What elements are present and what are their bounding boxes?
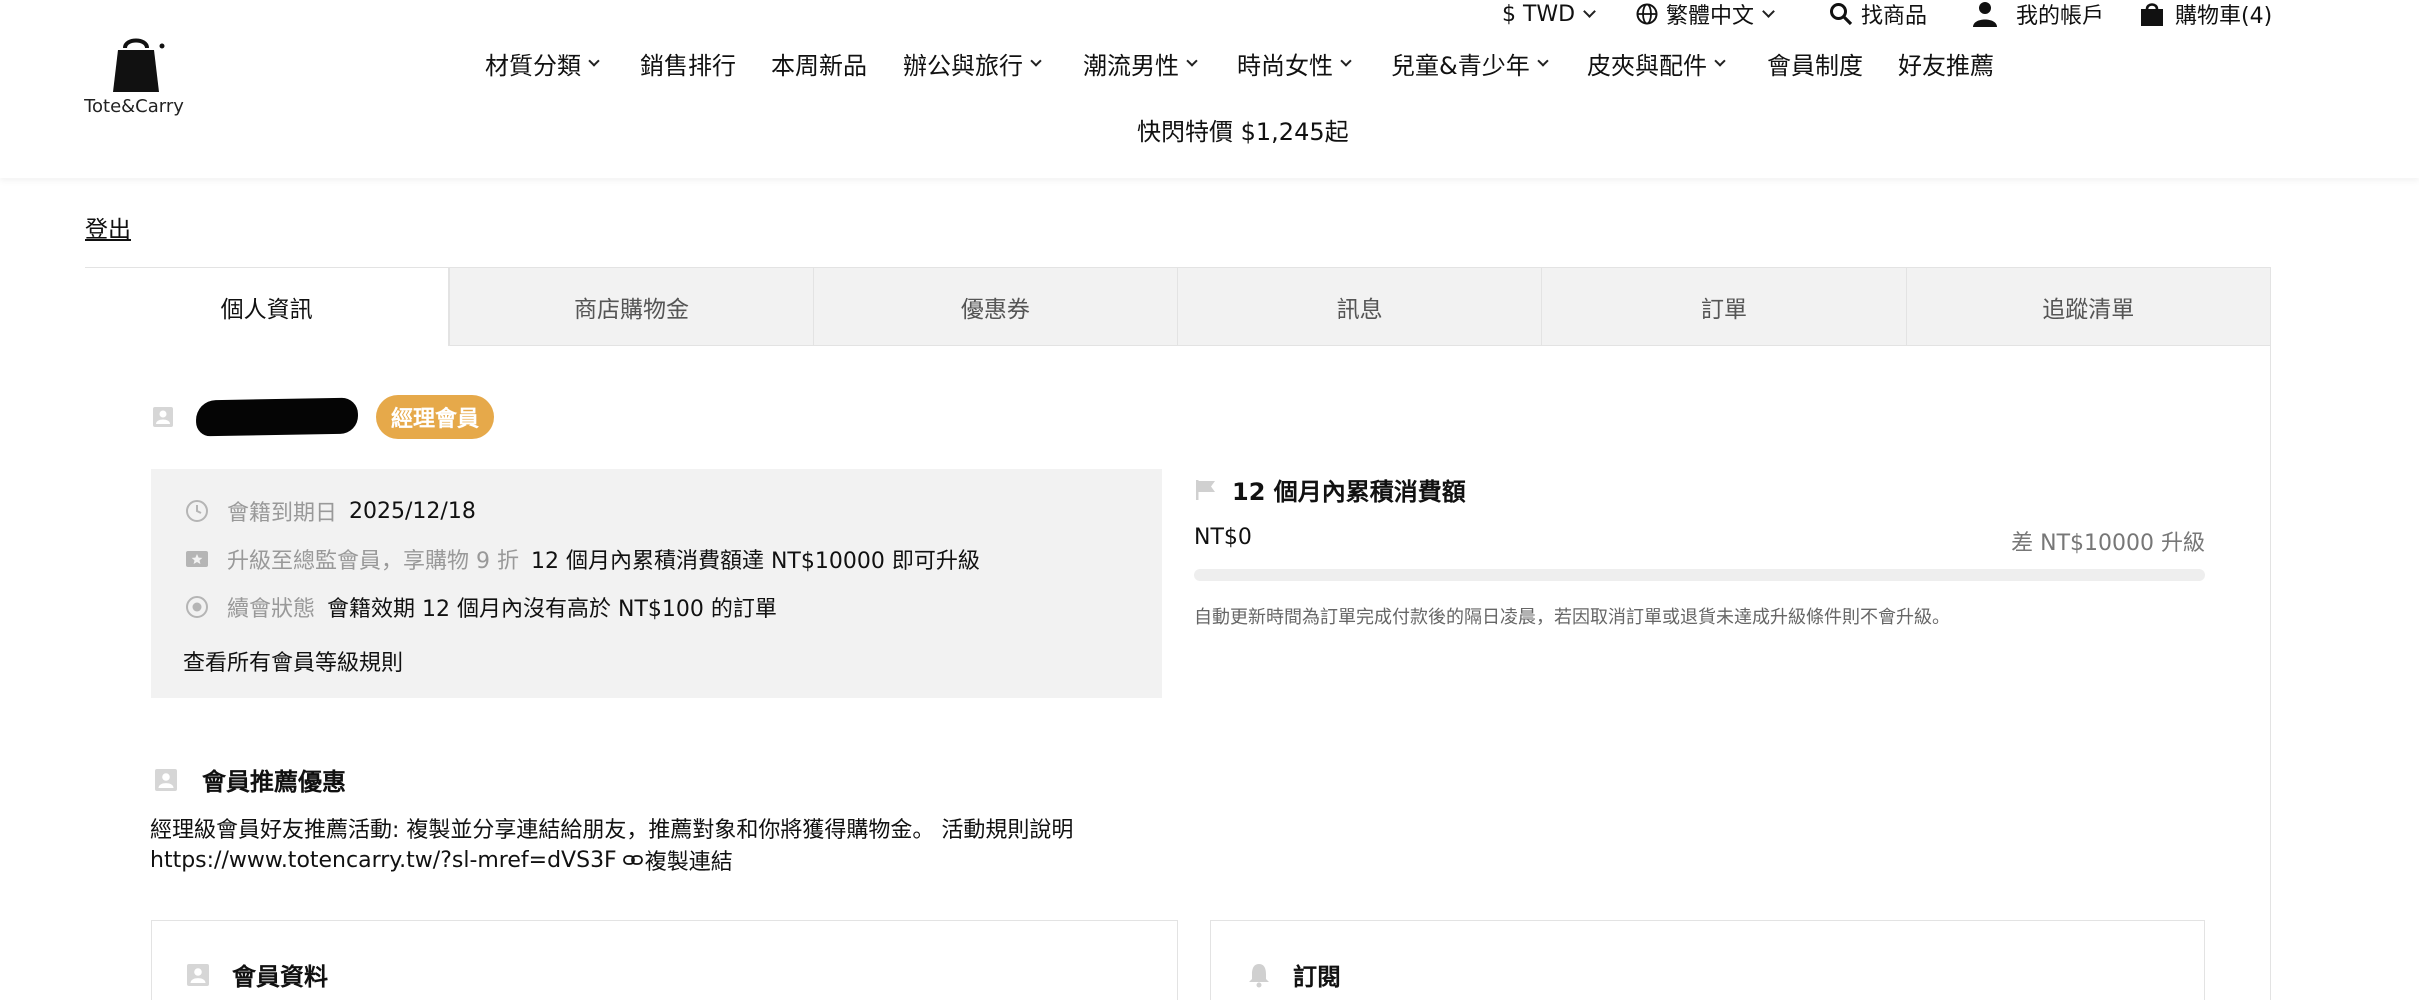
language-label: 繁體中文 bbox=[1666, 4, 1755, 29]
nav-label: 兒童&青少年 bbox=[1391, 52, 1530, 80]
nav-item-men[interactable]: 潮流男性 bbox=[1083, 46, 1198, 81]
nav-label: 銷售排行 bbox=[640, 52, 736, 80]
nav-label: 本周新品 bbox=[771, 52, 867, 80]
bell-icon bbox=[1249, 963, 1269, 987]
member-tier-badge: 經理會員 bbox=[376, 395, 495, 439]
spending-amount: NT$0 bbox=[1194, 525, 1252, 550]
search-button[interactable]: 找商品 bbox=[1829, 0, 1928, 29]
nav-item-kids[interactable]: 兒童&青少年 bbox=[1391, 46, 1549, 81]
chevron-down-icon bbox=[1186, 54, 1198, 67]
copy-link-button[interactable]: 複製連結 bbox=[622, 844, 733, 876]
shopping-bag-icon bbox=[2141, 3, 2163, 26]
membership-info-box: 會籍到期日 2025/12/18 升級至總監會員，享購物 9 折 12 個月內累… bbox=[151, 469, 1162, 698]
member-header: 經理會員 bbox=[152, 395, 495, 439]
brand-name: Tote&Carry bbox=[84, 96, 184, 117]
subscription-title-row: 訂閱 bbox=[1247, 957, 1341, 992]
expiry-value: 2025/12/18 bbox=[349, 498, 476, 524]
currency-selector[interactable]: $ TWD bbox=[1502, 0, 1596, 28]
nav-item-bestsellers[interactable]: 銷售排行 bbox=[640, 46, 736, 81]
tab-orders[interactable]: 訂單 bbox=[1542, 267, 1907, 346]
tab-profile[interactable]: 個人資訊 bbox=[85, 267, 450, 346]
language-selector[interactable]: 繁體中文 bbox=[1636, 0, 1775, 29]
user-icon bbox=[1973, 2, 1997, 27]
chevron-down-icon bbox=[1030, 54, 1042, 67]
account-tabs: 個人資訊 商店購物金 優惠券 訊息 訂單 追蹤清單 bbox=[85, 267, 2271, 346]
upgrade-label: 升級至總監會員，享購物 9 折 bbox=[227, 549, 519, 574]
nav-item-new-arrivals[interactable]: 本周新品 bbox=[771, 46, 867, 81]
tab-coupons[interactable]: 優惠券 bbox=[813, 267, 1178, 346]
flash-sale-link[interactable]: 快閃特價 $1,245起 bbox=[1137, 112, 1349, 147]
site-header: Tote&Carry $ TWD 繁體中文 找商品 我的帳戶 購物車(4) 材質… bbox=[0, 0, 2419, 178]
tab-wishlist[interactable]: 追蹤清單 bbox=[1906, 267, 2271, 346]
nav-item-referral[interactable]: 好友推薦 bbox=[1898, 46, 1994, 81]
cart-label: 購物車(4) bbox=[2175, 4, 2273, 29]
search-label: 找商品 bbox=[1861, 4, 1928, 29]
renew-value: 會籍效期 12 個月內沒有高於 NT$100 的訂單 bbox=[327, 597, 777, 622]
account-button[interactable]: 我的帳戶 bbox=[1972, 0, 2105, 29]
spending-note: 自動更新時間為訂單完成付款後的隔日凌晨，若因取消訂單或退貨未達成升級條件則不會升… bbox=[1194, 607, 1950, 628]
nav-item-office-travel[interactable]: 辦公與旅行 bbox=[903, 46, 1042, 81]
link-icon bbox=[622, 855, 643, 865]
nav-label: 時尚女性 bbox=[1237, 52, 1333, 80]
chevron-down-icon bbox=[1762, 4, 1775, 18]
nav-label: 好友推薦 bbox=[1898, 52, 1994, 80]
spending-title: 12 個月內累積消費額 bbox=[1232, 478, 1466, 506]
id-card-icon bbox=[155, 768, 177, 791]
chevron-down-icon bbox=[1714, 54, 1726, 67]
referral-link-row: https://www.totencarry.tw/?sl-mref=dVS3F… bbox=[150, 844, 733, 876]
logout-link[interactable]: 登出 bbox=[85, 210, 131, 244]
chevron-down-icon bbox=[1583, 4, 1596, 18]
nav-item-materials[interactable]: 材質分類 bbox=[485, 46, 600, 81]
nav-label: 皮夾與配件 bbox=[1587, 52, 1707, 80]
chevron-down-icon bbox=[1537, 54, 1549, 67]
subscription-card: 訂閱 bbox=[1210, 920, 2205, 1000]
redacted-member-name bbox=[195, 397, 359, 437]
tab-store-credit[interactable]: 商店購物金 bbox=[449, 267, 814, 346]
nav-item-wallets[interactable]: 皮夾與配件 bbox=[1587, 46, 1726, 81]
copy-link-label: 複製連結 bbox=[644, 850, 733, 875]
member-profile-title-row: 會員資料 bbox=[186, 957, 328, 992]
referral-url: https://www.totencarry.tw/?sl-mref=dVS3F bbox=[150, 847, 617, 873]
currency-label: $ TWD bbox=[1502, 1, 1576, 27]
subscription-title: 訂閱 bbox=[1293, 963, 1341, 991]
id-card-icon bbox=[153, 407, 173, 427]
membership-rules-link[interactable]: 查看所有會員等級規則 bbox=[183, 645, 403, 677]
nav-item-women[interactable]: 時尚女性 bbox=[1237, 46, 1352, 81]
expiry-row: 會籍到期日 2025/12/18 bbox=[185, 495, 476, 527]
upgrade-value: 12 個月內累積消費額達 NT$10000 即可升級 bbox=[530, 549, 980, 574]
chevron-down-icon bbox=[1340, 54, 1352, 67]
referral-title-row: 會員推薦優惠 bbox=[154, 762, 346, 797]
spending-title-row: 12 個月內累積消費額 bbox=[1194, 472, 1466, 507]
nav-label: 辦公與旅行 bbox=[903, 52, 1023, 80]
account-label: 我的帳戶 bbox=[2016, 4, 2105, 29]
badge-icon bbox=[186, 596, 208, 618]
upgrade-row: 升級至總監會員，享購物 9 折 12 個月內累積消費額達 NT$10000 即可… bbox=[185, 543, 980, 575]
search-icon bbox=[1830, 3, 1853, 26]
spending-progress-bar bbox=[1194, 569, 2205, 581]
referral-title: 會員推薦優惠 bbox=[202, 768, 346, 796]
nav-label: 材質分類 bbox=[485, 52, 581, 80]
nav-item-membership[interactable]: 會員制度 bbox=[1767, 46, 1863, 81]
renew-row: 續會狀態 會籍效期 12 個月內沒有高於 NT$100 的訂單 bbox=[185, 591, 777, 623]
renew-label: 續會狀態 bbox=[227, 597, 316, 622]
globe-icon bbox=[1636, 3, 1658, 25]
expiry-label: 會籍到期日 bbox=[227, 501, 338, 526]
main-nav: 材質分類 銷售排行 本周新品 辦公與旅行 潮流男性 時尚女性 兒童&青少年 皮夾… bbox=[0, 46, 2419, 80]
cart-button[interactable]: 購物車(4) bbox=[2139, 0, 2273, 29]
nav-label: 會員制度 bbox=[1767, 52, 1863, 80]
clock-icon bbox=[186, 500, 208, 522]
ticket-icon bbox=[186, 551, 208, 567]
member-profile-title: 會員資料 bbox=[232, 963, 328, 991]
chevron-down-icon bbox=[588, 54, 600, 67]
upgrade-difference: 差 NT$10000 升級 bbox=[2011, 531, 2205, 556]
referral-description: 經理級會員好友推薦活動: 複製並分享連結給朋友，推薦對象和你將獲得購物金。 活動… bbox=[150, 818, 1074, 843]
flag-icon bbox=[1196, 479, 1215, 500]
nav-label: 潮流男性 bbox=[1083, 52, 1179, 80]
tab-messages[interactable]: 訊息 bbox=[1177, 267, 1543, 346]
member-profile-card: 會員資料 bbox=[151, 920, 1178, 1000]
id-card-icon bbox=[187, 963, 209, 986]
